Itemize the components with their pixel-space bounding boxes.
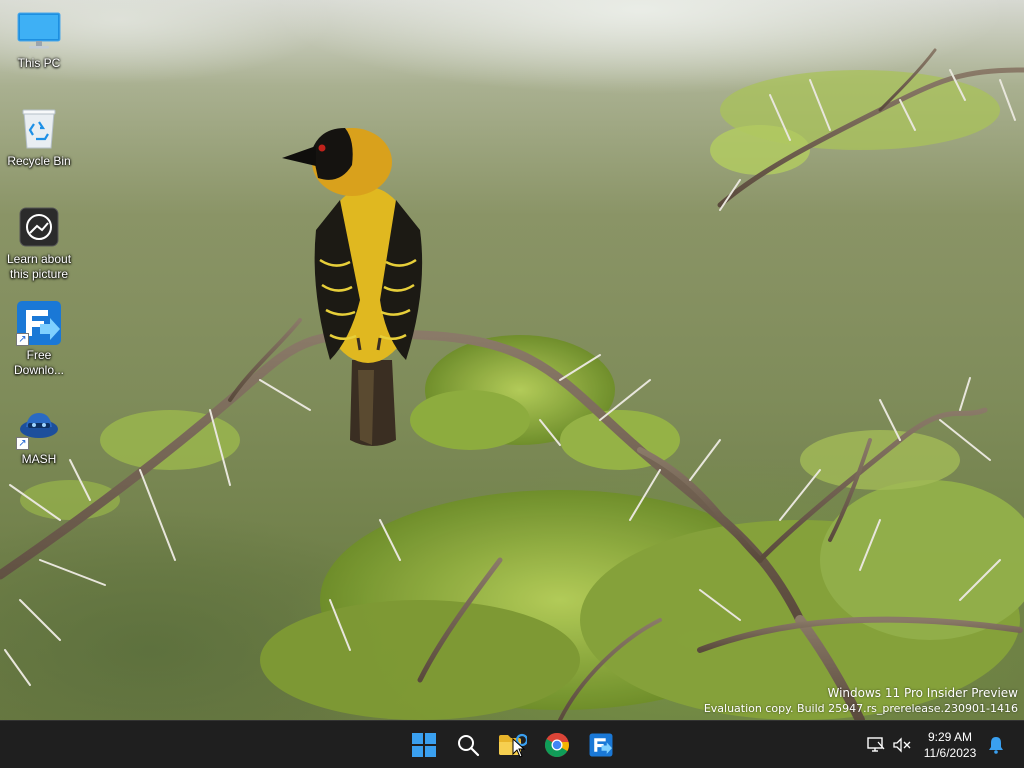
start-button[interactable] bbox=[404, 725, 444, 765]
desktop-icon-mash[interactable]: ↗ MASH bbox=[4, 404, 74, 467]
desktop-icon-label: MASH bbox=[21, 452, 57, 466]
watermark-edition: Windows 11 Pro Insider Preview bbox=[827, 686, 1018, 700]
watermark-build: Evaluation copy. Build 25947.rs_prerelea… bbox=[703, 702, 1018, 715]
weaver-bird bbox=[282, 128, 423, 446]
desktop-icon-label: Recycle Bin bbox=[7, 154, 71, 168]
chrome-button[interactable] bbox=[537, 725, 577, 765]
desktop-icon-label: This PC bbox=[17, 56, 61, 70]
clock-date: 11/6/2023 bbox=[923, 746, 977, 760]
mouse-cursor-icon bbox=[512, 738, 526, 758]
clock-time: 9:29 AM bbox=[927, 730, 973, 744]
learn-picture-icon bbox=[16, 204, 62, 250]
wallpaper-scene bbox=[0, 48, 1024, 720]
free-download-manager-taskbar-button[interactable] bbox=[581, 725, 621, 765]
fdm-icon bbox=[589, 733, 613, 757]
taskbar-clock[interactable]: 9:29 AM 11/6/2023 bbox=[918, 729, 982, 761]
desktop-icon-learn-about-picture[interactable]: Learn about this picture bbox=[4, 204, 74, 282]
desktop-icon-label: Learn about this picture bbox=[6, 252, 72, 281]
monitor-icon bbox=[16, 8, 62, 54]
desktop-icon-this-pc[interactable]: This PC bbox=[4, 8, 74, 71]
windows-logo-icon bbox=[412, 733, 436, 757]
search-button[interactable] bbox=[448, 725, 488, 765]
shortcut-arrow-icon: ↗ bbox=[16, 437, 29, 450]
desktop-icon-recycle-bin[interactable]: Recycle Bin bbox=[4, 106, 74, 169]
os-build-watermark: Windows 11 Pro Insider Preview Evaluatio… bbox=[704, 686, 1018, 716]
shortcut-arrow-icon: ↗ bbox=[16, 333, 29, 346]
chrome-icon bbox=[544, 733, 569, 758]
free-download-manager-icon: ↗ bbox=[16, 300, 62, 346]
network-icon[interactable] bbox=[866, 735, 886, 755]
notification-bell-icon[interactable] bbox=[986, 735, 1006, 755]
mash-icon: ↗ bbox=[16, 404, 62, 450]
desktop-icon-label: Free Downlo... bbox=[13, 348, 65, 377]
desktop-wallpaper bbox=[0, 0, 1024, 720]
desktop-icon-free-download-manager[interactable]: ↗ Free Downlo... bbox=[4, 300, 74, 378]
search-icon bbox=[458, 735, 480, 757]
volume-muted-icon[interactable] bbox=[892, 735, 912, 755]
recycle-bin-icon bbox=[16, 106, 62, 152]
